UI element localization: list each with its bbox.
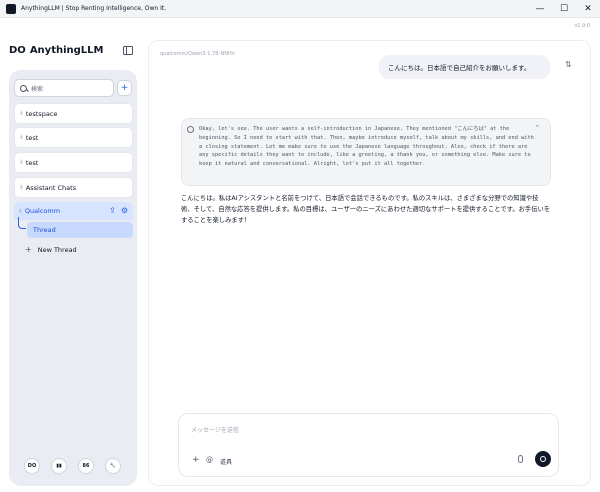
drag-handle-icon[interactable]: ⁞⁞: [20, 110, 23, 117]
drag-handle-icon[interactable]: ⁞⁞: [20, 184, 23, 191]
model-name: qualcomm/Qwen3-1.7B-NNHn: [160, 51, 235, 57]
gear-icon[interactable]: ⚙: [121, 206, 128, 215]
microphone-icon[interactable]: [518, 455, 523, 463]
drag-handle-icon[interactable]: ⁞⁞: [19, 208, 22, 215]
send-icon: [540, 456, 546, 462]
attach-plus-icon[interactable]: +: [192, 455, 200, 465]
drag-handle-icon[interactable]: ⁞⁞: [20, 134, 23, 141]
thread-connector: [18, 217, 26, 229]
workspace-item-qualcomm[interactable]: ⁞⁞ Qualcomm ⇪ ⚙: [14, 202, 133, 220]
search-placeholder: 検索: [31, 85, 44, 93]
search-icon: [20, 84, 27, 92]
workspace-item-testspace[interactable]: ⁞⁞ testspace: [14, 103, 133, 124]
plus-icon: +: [25, 245, 32, 254]
tools-button[interactable]: 道具: [220, 457, 232, 466]
minimize-button[interactable]: —: [528, 0, 552, 18]
send-button[interactable]: [535, 451, 551, 467]
thread-item[interactable]: Thread: [27, 222, 133, 238]
workspace-label: Qualcomm: [24, 207, 61, 215]
settings-wrench-button[interactable]: 🔧: [105, 458, 121, 474]
chevron-up-icon[interactable]: ⌃: [534, 124, 540, 132]
community-button[interactable]: 86: [78, 458, 94, 474]
logo-footer-button[interactable]: DO: [24, 458, 40, 474]
workspace-label: testspace: [25, 109, 58, 118]
close-button[interactable]: ✕: [576, 0, 600, 18]
window-title: AnythingLLM | Stop Renting Intelligence,…: [21, 5, 167, 12]
thinking-icon: [187, 126, 194, 133]
brand: DO AnythingLLM: [9, 45, 104, 56]
upload-icon[interactable]: ⇪: [109, 206, 116, 215]
workspace-label: Assistant Chats: [25, 183, 77, 192]
anythingllm-logo-icon: DO: [9, 45, 26, 56]
workspace-item-test-2[interactable]: ⁞⁞ test: [14, 152, 133, 173]
message-composer: メッセージを送信 + @ 道具: [178, 413, 559, 477]
workspace-actions: ⇪ ⚙: [109, 206, 128, 215]
window-controls: — ☐ ✕: [528, 0, 600, 18]
workspace-label: test: [25, 158, 39, 167]
message-input[interactable]: メッセージを送信: [191, 425, 239, 434]
new-thread-label: New Thread: [37, 245, 77, 254]
sidebar-toggle-icon[interactable]: [123, 46, 133, 55]
new-thread-button[interactable]: + New Thread: [25, 245, 77, 254]
workspace-label: test: [25, 133, 39, 142]
version-label: v1.9.0: [574, 23, 590, 29]
assistant-message: こんにちは。私はAIアシスタントと名前をつけて、日本語で会話できるものです。私の…: [181, 195, 551, 224]
workspace-item-assistant-chats[interactable]: ⁞⁞ Assistant Chats: [14, 177, 133, 198]
thinking-block[interactable]: ⌃ Okay, let's see. The user wants a self…: [181, 118, 551, 186]
sliders-icon[interactable]: ⇅: [565, 60, 572, 69]
thinking-text: Okay, let's see. The user wants a self-i…: [199, 126, 534, 168]
search-input[interactable]: 検索: [14, 79, 114, 97]
add-workspace-button[interactable]: +: [117, 80, 132, 96]
user-message: こんにちは。日本語で自己紹介をお願いします。: [379, 55, 550, 79]
sidebar-footer: DO ▮▮ 86 🔧: [24, 458, 121, 474]
maximize-button[interactable]: ☐: [552, 0, 576, 18]
workspace-item-test[interactable]: ⁞⁞ test: [14, 127, 133, 148]
mention-at-icon[interactable]: @: [206, 456, 213, 464]
window-titlebar: AnythingLLM | Stop Renting Intelligence,…: [0, 0, 600, 18]
brand-name: AnythingLLM: [29, 45, 104, 56]
drag-handle-icon[interactable]: ⁞⁞: [20, 159, 23, 166]
thread-row: Thread: [14, 217, 133, 239]
docs-button[interactable]: ▮▮: [51, 458, 67, 474]
app-icon: [6, 3, 16, 14]
